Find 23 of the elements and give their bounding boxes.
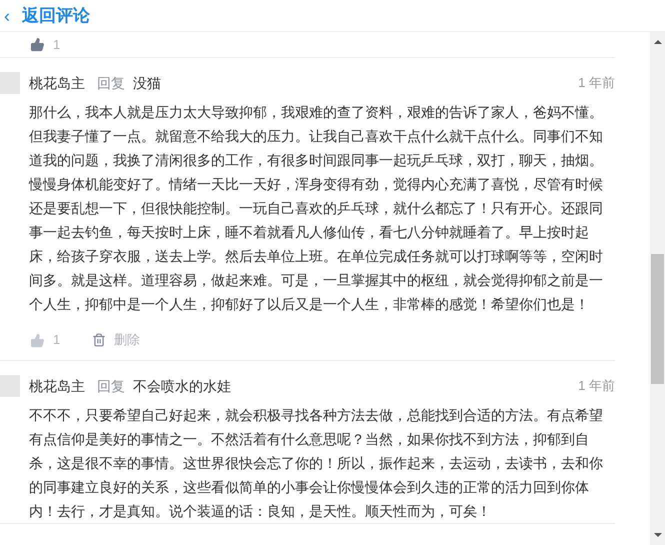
comment-time: 1 年前 xyxy=(578,74,615,92)
scroll-down-icon[interactable] xyxy=(654,533,662,537)
like-count: 1 xyxy=(53,331,60,350)
thumbs-up-icon[interactable] xyxy=(30,37,45,52)
author-name[interactable]: 桃花岛主 xyxy=(29,72,85,94)
scrollbar[interactable] xyxy=(650,32,665,545)
comment-time: 1 年前 xyxy=(578,377,615,396)
reply-label: 回复 xyxy=(97,376,125,396)
scrollbar-thumb[interactable] xyxy=(651,254,664,384)
author-name[interactable]: 桃花岛主 xyxy=(29,376,85,396)
comment-text: 那什么，我本人就是压力太大导致抑郁，我艰难的查了资料，艰难的告诉了家人，爸妈不懂。但我妻子懂了一点。就留意不给我大的压力。让我自己喜欢干点什么就干点什么。同事们不知道我的问题，我换了清闲很多的工作，有很多时间跟同事一起玩乒乓球，双打，聊天，抽烟。慢慢身体机能变好了。情绪一天比一天好，浑身变得有劲，觉得内心充满了喜悦，尽管有时候还是要乱想一下，但很快能控制。一玩自己喜欢的乒乓球，就什么都忘了！只有开心。还跟同事一起去钓鱼，每天按时上床，睡不着就看凡人修仙传，看七八分钟就睡着了。早上按时起床，给孩子穿衣服，送去上学。然后去单位上班。在单位完成任务就可以打球啊等等，空闲时间多。就是这样。道理容易，做起来难。可是，一旦掌握其中的枢纽，就会觉得抑郁之前是一个人生，抑郁中是一个人生，抑郁好了以后又是一个人生，非常棒的感觉！希望你们也是！ xyxy=(29,103,604,314)
comment-text: 不不不，只要希望自己好起来，就会积极寻找各种方法去做，总能找到合适的方法。有点希望有点信仰是美好的事情之一。不然活着有什么意思呢？当然，如果你找不到方法，抑郁到自杀，这是很不幸的事情。这世界很快会忘了你的！所以，振作起来，去运动，去读书，去和你的同事建立良好的关系，这些看似简单的小事会让你慢慢体会到久违的正常的活力回到你体内！去行，才是真知。说个装逼的话：良知，是天性。顺天性而为，可矣！ xyxy=(29,406,604,521)
like-count: 1 xyxy=(53,36,60,54)
reply-target[interactable]: 不会喷水的水娃 xyxy=(133,376,231,396)
back-link[interactable]: 返回评论 xyxy=(22,2,90,28)
avatar[interactable] xyxy=(0,375,20,397)
avatar[interactable] xyxy=(0,72,20,94)
scroll-up-icon[interactable] xyxy=(654,40,662,44)
back-icon[interactable]: ‹ xyxy=(4,6,10,24)
reply-label: 回复 xyxy=(97,74,125,92)
trash-icon xyxy=(92,333,106,347)
thumbs-up-icon[interactable] xyxy=(30,332,45,348)
reply-target[interactable]: 没猫 xyxy=(133,72,161,94)
